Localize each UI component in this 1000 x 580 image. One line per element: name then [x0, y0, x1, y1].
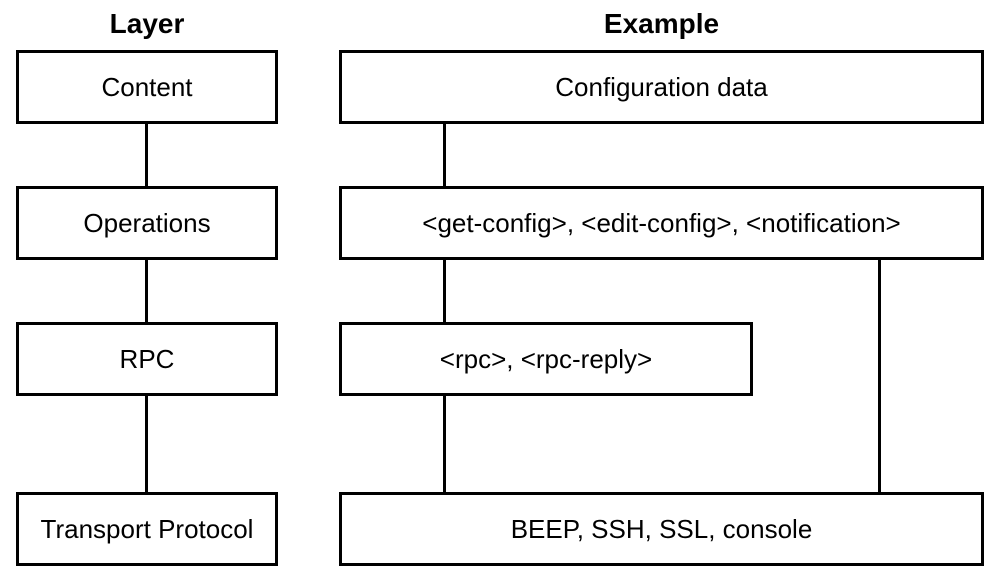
- example-label-operations: <get-config>, <edit-config>, <notificati…: [422, 208, 900, 239]
- example-label-rpc: <rpc>, <rpc-reply>: [440, 344, 652, 375]
- header-layer: Layer: [16, 8, 278, 40]
- diagram-stage: Layer Example Content Operations RPC Tra…: [0, 0, 1000, 580]
- example-label-transport: BEEP, SSH, SSL, console: [511, 514, 813, 545]
- example-box-content: Configuration data: [339, 50, 984, 124]
- connector-example-3: [443, 396, 446, 492]
- example-box-transport: BEEP, SSH, SSL, console: [339, 492, 984, 566]
- layer-box-rpc: RPC: [16, 322, 278, 396]
- example-box-operations: <get-config>, <edit-config>, <notificati…: [339, 186, 984, 260]
- layer-box-content: Content: [16, 50, 278, 124]
- example-box-rpc: <rpc>, <rpc-reply>: [339, 322, 753, 396]
- connector-layer-2: [145, 260, 148, 322]
- layer-box-operations: Operations: [16, 186, 278, 260]
- connector-example-1: [443, 124, 446, 186]
- layer-label-transport: Transport Protocol: [41, 514, 254, 545]
- layer-label-operations: Operations: [83, 208, 210, 239]
- layer-label-rpc: RPC: [120, 344, 175, 375]
- connector-layer-1: [145, 124, 148, 186]
- example-label-content: Configuration data: [555, 72, 767, 103]
- connector-example-2: [443, 260, 446, 322]
- connector-layer-3: [145, 396, 148, 492]
- layer-label-content: Content: [101, 72, 192, 103]
- layer-box-transport: Transport Protocol: [16, 492, 278, 566]
- header-example: Example: [339, 8, 984, 40]
- connector-example-bypass: [878, 260, 881, 492]
